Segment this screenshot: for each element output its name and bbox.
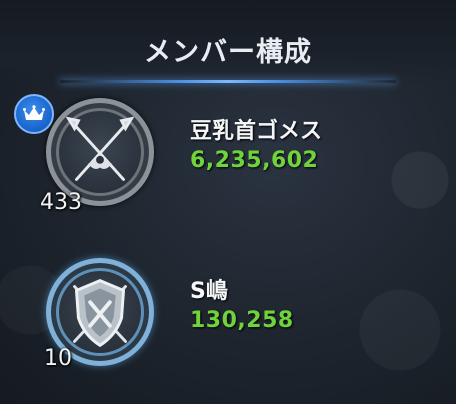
member-level: 10 xyxy=(44,346,72,371)
member-power: 130,258 xyxy=(190,308,294,333)
member-row[interactable]: 433 豆乳首ゴメス 6,235,602 xyxy=(0,88,456,228)
member-power: 6,235,602 xyxy=(190,148,319,173)
leader-crown-icon xyxy=(14,94,54,134)
member-level: 433 xyxy=(40,190,82,215)
title-underline xyxy=(60,80,396,83)
member-row[interactable]: 10 S嶋 130,258 xyxy=(0,248,456,388)
member-name: 豆乳首ゴメス xyxy=(190,119,323,144)
page-title: メンバー構成 xyxy=(144,37,312,68)
panel-header: メンバー構成 xyxy=(0,0,456,84)
member-name: S嶋 xyxy=(190,279,228,304)
